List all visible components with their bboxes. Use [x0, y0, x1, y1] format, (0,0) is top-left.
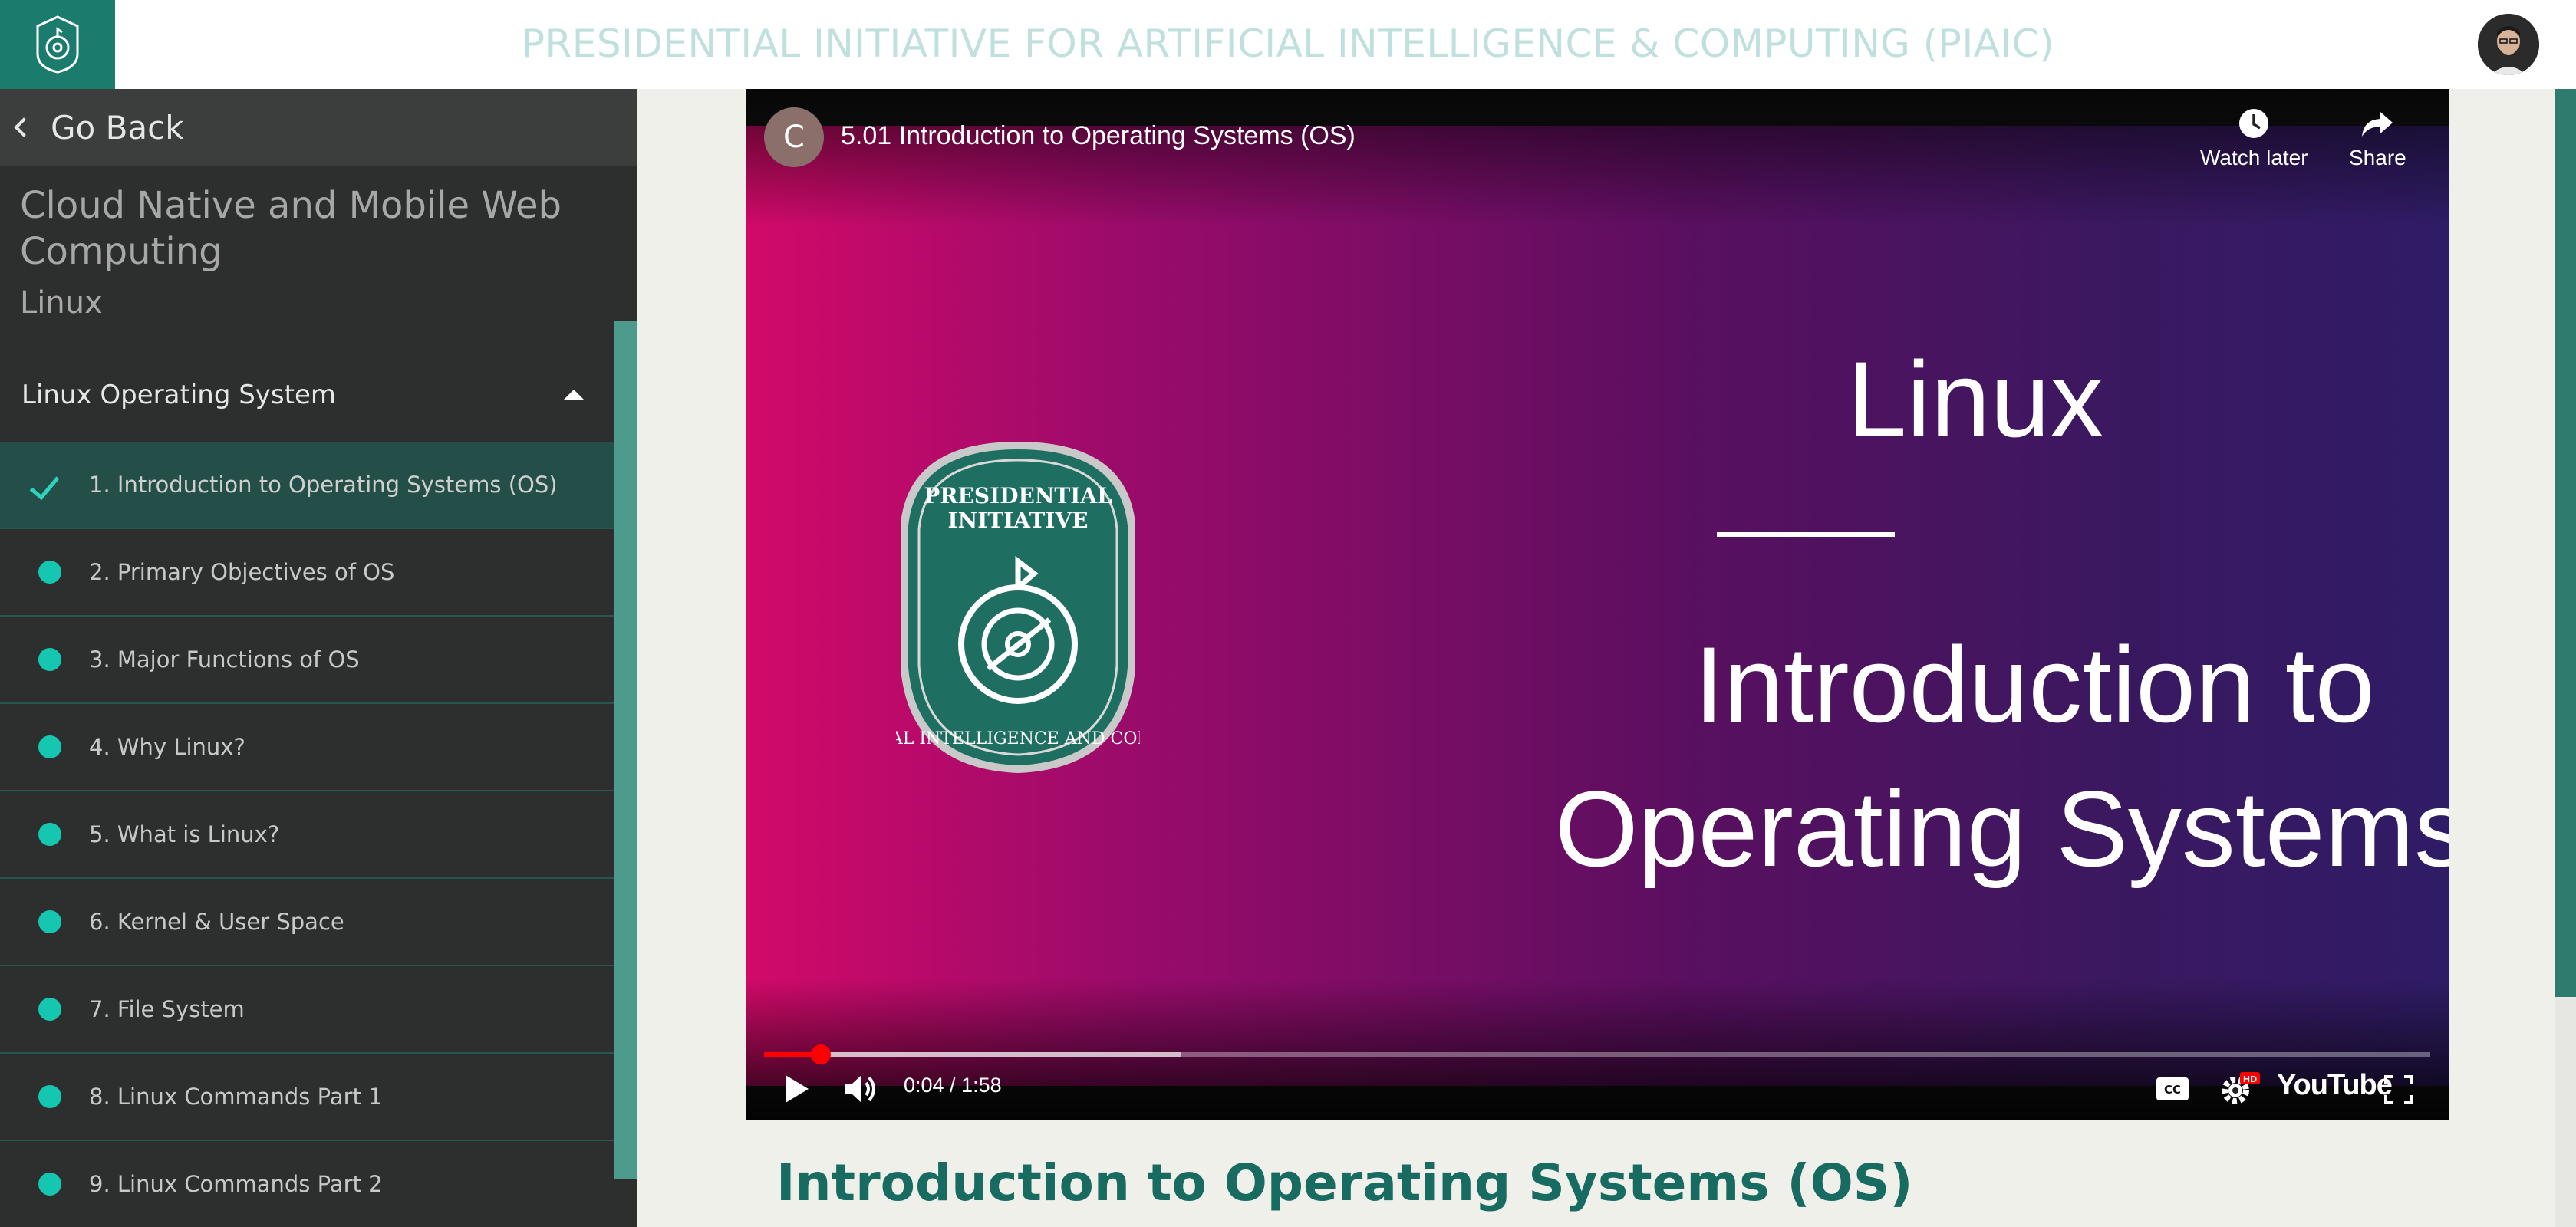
channel-avatar[interactable]: C — [764, 107, 824, 167]
video-progress-bar[interactable] — [764, 1044, 2430, 1064]
lesson-item[interactable]: 7. File System — [0, 966, 614, 1054]
course-sidebar: Go Back Cloud Native and Mobile Web Comp… — [0, 89, 637, 1227]
lesson-item[interactable]: 8. Linux Commands Part 1 — [0, 1054, 614, 1141]
top-header: PRESIDENTIAL INITIATIVE FOR ARTIFICIAL I… — [0, 0, 2576, 89]
lesson-item[interactable]: 3. Major Functions of OS — [0, 617, 614, 704]
checkmark-icon — [29, 469, 60, 501]
time-display: 0:04 / 1:58 — [904, 1074, 1002, 1097]
lesson-label: 8. Linux Commands Part 1 — [89, 1084, 383, 1110]
go-back-label: Go Back — [51, 108, 184, 146]
lesson-item[interactable]: 1. Introduction to Operating Systems (OS… — [0, 442, 614, 529]
watch-later-button[interactable]: Watch later — [2200, 107, 2308, 170]
share-button[interactable]: Share — [2349, 107, 2406, 170]
settings-gear-icon[interactable]: HD — [2219, 1071, 2261, 1107]
status-dot-icon — [38, 998, 61, 1021]
youtube-logo[interactable]: YouTube — [2277, 1069, 2393, 1102]
slide-heading-linux: Linux — [1846, 339, 2104, 459]
video-title[interactable]: 5.01 Introduction to Operating Systems (… — [841, 121, 1356, 151]
clock-icon — [2239, 109, 2269, 138]
volume-icon[interactable] — [844, 1072, 881, 1106]
share-arrow-icon — [2362, 112, 2393, 137]
lesson-item[interactable]: 6. Kernel & User Space — [0, 879, 614, 966]
share-label: Share — [2349, 146, 2406, 169]
svg-text:CC: CC — [2164, 1083, 2181, 1097]
lesson-label: 5. What is Linux? — [89, 821, 280, 847]
status-dot-icon — [38, 648, 61, 671]
slide-heading-os: Operating Systems — [1554, 768, 2449, 889]
section-title: Linux Operating System — [21, 380, 336, 410]
lesson-heading: Introduction to Operating Systems (OS) — [776, 1153, 1913, 1212]
course-title: Cloud Native and Mobile Web Computing — [20, 184, 562, 273]
lesson-item[interactable]: 9. Linux Commands Part 2 — [0, 1141, 614, 1227]
lesson-label: 4. Why Linux? — [89, 734, 245, 760]
lesson-list: 1. Introduction to Operating Systems (OS… — [0, 442, 614, 1227]
caret-up-icon — [563, 390, 585, 400]
section-toggle-linux-os[interactable]: Linux Operating System — [0, 351, 614, 439]
watch-later-label: Watch later — [2200, 146, 2308, 169]
avatar-photo-icon — [2478, 14, 2539, 75]
lesson-label: 9. Linux Commands Part 2 — [89, 1171, 383, 1197]
video-top-gradient — [746, 89, 2449, 227]
lesson-item[interactable]: 2. Primary Objectives of OS — [0, 529, 614, 617]
status-dot-icon — [38, 910, 61, 933]
lesson-label: 7. File System — [89, 996, 245, 1022]
lesson-label: 6. Kernel & User Space — [89, 909, 344, 935]
course-subtitle: Linux — [20, 285, 103, 321]
user-avatar[interactable] — [2478, 14, 2539, 75]
badge-top-text: INITIATIVE — [948, 508, 1089, 533]
badge-ring-text: ARTIFICIAL INTELLIGENCE AND COMPUTING — [896, 729, 1140, 748]
go-back-button[interactable]: Go Back — [0, 89, 637, 166]
scrubber-handle[interactable] — [810, 1044, 831, 1064]
lesson-item[interactable]: 5. What is Linux? — [0, 791, 614, 879]
lesson-item[interactable]: 4. Why Linux? — [0, 704, 614, 791]
status-dot-icon — [38, 1085, 61, 1108]
status-dot-icon — [38, 823, 61, 846]
status-dot-icon — [38, 1173, 61, 1196]
site-title: PRESIDENTIAL INITIATIVE FOR ARTIFICIAL I… — [521, 21, 2055, 66]
hd-badge: HD — [2243, 1074, 2257, 1084]
status-dot-icon — [38, 561, 61, 584]
status-dot-icon — [38, 735, 61, 758]
captions-icon[interactable]: CC — [2156, 1077, 2189, 1101]
video-bottom-gradient — [746, 979, 2449, 1120]
slide-divider — [1717, 532, 1895, 537]
video-player[interactable]: PRESIDENTIAL INITIATIVE ARTIFICIAL INTEL… — [746, 89, 2449, 1120]
page-scrollbar-thumb[interactable] — [2555, 89, 2576, 997]
slide-heading-intro: Introduction to — [1694, 624, 2375, 745]
page-scrollbar-track[interactable] — [2555, 997, 2576, 1227]
fullscreen-icon[interactable] — [2384, 1075, 2413, 1104]
badge-top-text: PRESIDENTIAL — [924, 483, 1112, 508]
chevron-left-icon — [14, 117, 34, 137]
lesson-label: 2. Primary Objectives of OS — [89, 559, 395, 585]
play-icon[interactable] — [782, 1074, 810, 1104]
lesson-label: 1. Introduction to Operating Systems (OS… — [89, 472, 558, 498]
sidebar-scrollbar[interactable] — [614, 321, 637, 1179]
lesson-label: 3. Major Functions of OS — [89, 646, 360, 673]
piaic-badge-graphic: PRESIDENTIAL INITIATIVE ARTIFICIAL INTEL… — [809, 439, 1226, 776]
